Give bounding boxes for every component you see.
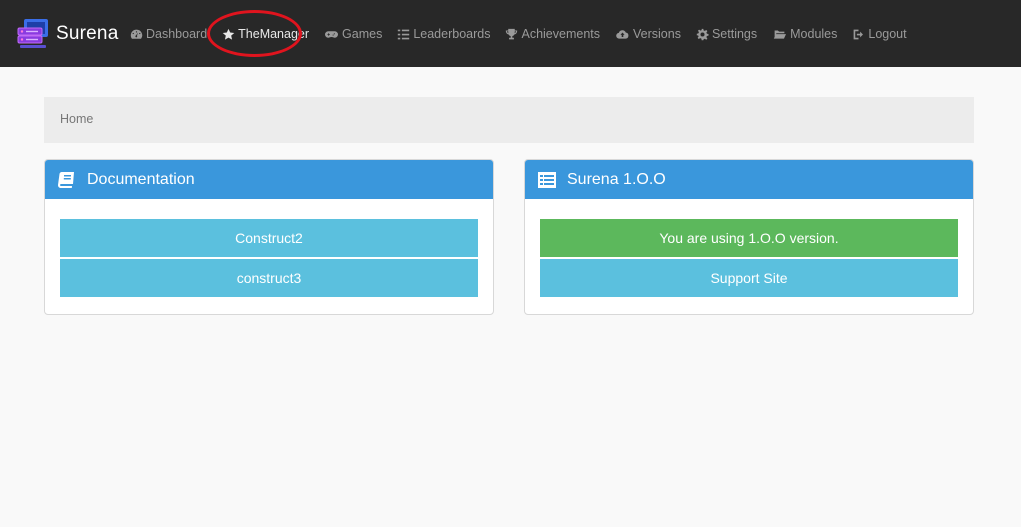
version-panel: Surena 1.O.O You are using 1.O.O version… xyxy=(524,159,974,315)
version-panel-heading: Surena 1.O.O xyxy=(525,160,973,199)
nav-dashboard-label: Dashboard xyxy=(146,27,208,41)
trophy-icon xyxy=(506,28,518,39)
nav-games[interactable]: Games xyxy=(324,27,382,41)
nav-logout[interactable]: Logout xyxy=(852,27,907,41)
brand[interactable]: Surena xyxy=(16,18,118,50)
top-navbar: Surena Dashboard TheManager Games Leader… xyxy=(0,0,1021,67)
nav-games-label: Games xyxy=(342,27,383,41)
nav-versions-label: Versions xyxy=(633,27,681,41)
folder-icon xyxy=(773,29,787,39)
documentation-panel-title: Documentation xyxy=(87,170,195,188)
book-icon xyxy=(58,171,74,188)
documentation-panel-heading: Documentation xyxy=(45,160,493,199)
support-site-button[interactable]: Support Site xyxy=(540,259,958,297)
nav-logout-label: Logout xyxy=(868,27,907,41)
server-logo-icon xyxy=(17,19,48,48)
list-alt-icon xyxy=(538,171,556,188)
nav-settings-label: Settings xyxy=(711,27,758,41)
main-nav: Dashboard TheManager Games Leaderboards … xyxy=(130,24,922,44)
version-status-button[interactable]: You are using 1.O.O version. xyxy=(540,219,958,257)
nav-achievements[interactable]: Achievements xyxy=(505,27,600,41)
nav-modules[interactable]: Modules xyxy=(772,27,837,41)
nav-themanager[interactable]: TheManager xyxy=(222,27,309,41)
nav-achievements-label: Achievements xyxy=(521,27,600,41)
breadcrumb: Home xyxy=(44,97,974,143)
gamepad-icon xyxy=(325,30,339,38)
brand-name: Surena xyxy=(56,23,119,44)
nav-leaderboards[interactable]: Leaderboards xyxy=(397,27,490,41)
version-panel-title: Surena 1.O.O xyxy=(567,170,666,188)
nav-versions[interactable]: Versions xyxy=(615,27,681,41)
list-icon xyxy=(398,29,410,39)
construct3-button[interactable]: construct3 xyxy=(60,259,478,297)
nav-leaderboards-label: Leaderboards xyxy=(413,27,491,41)
breadcrumb-home[interactable]: Home xyxy=(60,112,93,126)
nav-modules-label: Modules xyxy=(790,27,838,41)
logout-icon xyxy=(854,29,864,39)
dashboard-icon xyxy=(130,29,143,39)
star-icon xyxy=(222,28,235,40)
nav-settings[interactable]: Settings xyxy=(696,27,757,41)
gear-icon xyxy=(696,28,709,40)
cloud-icon xyxy=(616,29,629,39)
nav-themanager-label: TheManager xyxy=(238,27,310,41)
documentation-panel: Documentation Construct2 construct3 xyxy=(44,159,494,315)
construct2-button[interactable]: Construct2 xyxy=(60,219,478,257)
nav-dashboard[interactable]: Dashboard xyxy=(130,27,207,41)
